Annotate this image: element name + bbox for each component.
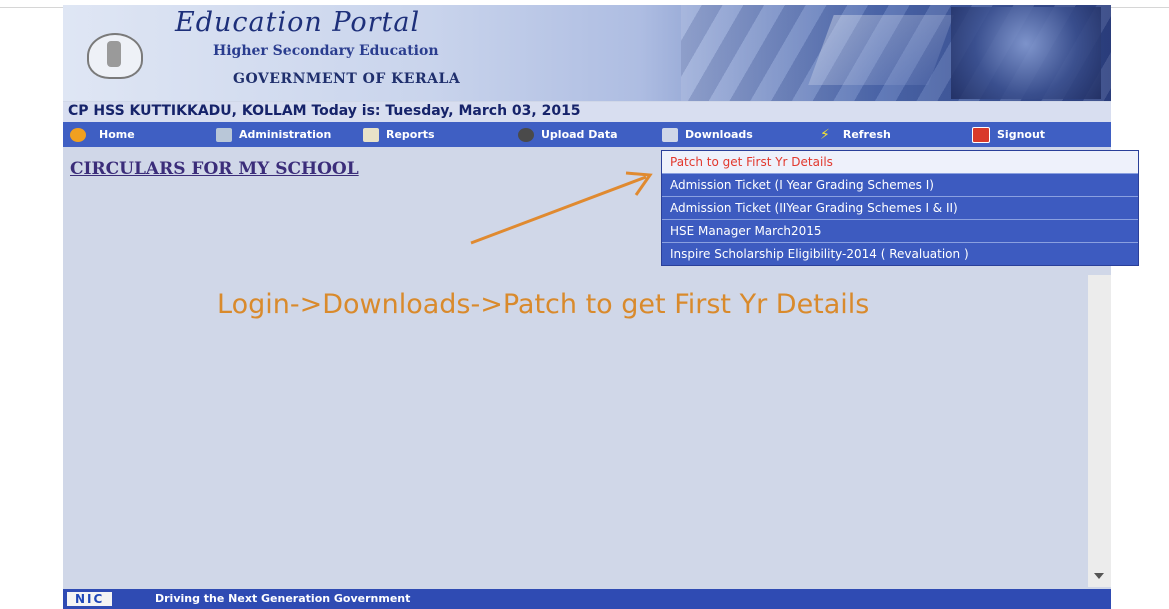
nav-signout-label: Signout	[997, 128, 1046, 141]
nav-upload-data[interactable]: Upload Data	[518, 122, 618, 147]
nav-reports-label: Reports	[386, 128, 435, 141]
refresh-icon: ⚡	[820, 126, 830, 143]
nav-downloads[interactable]: Downloads	[662, 122, 753, 147]
portal-subtitle: Higher Secondary Education	[213, 43, 439, 59]
nav-home[interactable]: Home	[70, 122, 135, 147]
menu-item-inspire-scholarship[interactable]: Inspire Scholarship Eligibility-2014 ( R…	[662, 243, 1138, 265]
nav-reports[interactable]: Reports	[363, 122, 435, 147]
portal-title: Education Portal	[175, 7, 421, 38]
header-banner: Education Portal Higher Secondary Educat…	[63, 5, 1111, 101]
nav-administration[interactable]: Administration	[216, 122, 331, 147]
menu-item-hse-manager[interactable]: HSE Manager March2015	[662, 220, 1138, 243]
school-info-bar: CP HSS KUTTIKKADU, KOLLAM Today is: Tues…	[63, 102, 1111, 122]
nav-refresh[interactable]: ⚡ Refresh	[820, 122, 891, 147]
government-label: GOVERNMENT OF KERALA	[233, 71, 461, 87]
portal-frame: Education Portal Higher Secondary Educat…	[63, 5, 1139, 609]
main-nav: Home Administration Reports Upload Data …	[63, 122, 1111, 147]
nav-refresh-label: Refresh	[842, 128, 891, 141]
downloads-dropdown: Patch to get First Yr Details Admission …	[661, 150, 1139, 266]
scrollbar[interactable]	[1088, 275, 1111, 587]
instruction-text: Login->Downloads->Patch to get First Yr …	[217, 289, 870, 320]
nav-administration-label: Administration	[239, 128, 332, 141]
banner-highlight	[808, 15, 954, 85]
nav-downloads-label: Downloads	[685, 128, 753, 141]
scroll-down-arrow-icon[interactable]	[1094, 573, 1104, 579]
home-icon	[70, 127, 86, 142]
footer-tagline: Driving the Next Generation Government	[155, 592, 411, 605]
annotation-arrow	[470, 171, 653, 245]
nav-signout[interactable]: Signout	[972, 122, 1045, 147]
downloads-icon	[662, 127, 678, 142]
signout-icon	[972, 126, 990, 143]
menu-item-admission-ticket-ii[interactable]: Admission Ticket (IIYear Grading Schemes…	[662, 197, 1138, 220]
banner-image	[951, 7, 1101, 99]
reports-icon	[363, 127, 379, 142]
nav-home-label: Home	[99, 128, 135, 141]
nav-upload-label: Upload Data	[541, 128, 618, 141]
upload-icon	[518, 127, 534, 142]
administration-icon	[216, 127, 232, 142]
kerala-emblem-icon	[87, 33, 143, 79]
menu-item-patch-first-yr[interactable]: Patch to get First Yr Details	[662, 151, 1138, 174]
menu-item-admission-ticket-i[interactable]: Admission Ticket (I Year Grading Schemes…	[662, 174, 1138, 197]
school-info-text: CP HSS KUTTIKKADU, KOLLAM Today is: Tues…	[68, 103, 581, 119]
footer-bar: NIC Driving the Next Generation Governme…	[63, 589, 1111, 609]
nic-logo: NIC	[67, 592, 113, 606]
page-heading[interactable]: CIRCULARS FOR MY SCHOOL	[70, 159, 359, 179]
